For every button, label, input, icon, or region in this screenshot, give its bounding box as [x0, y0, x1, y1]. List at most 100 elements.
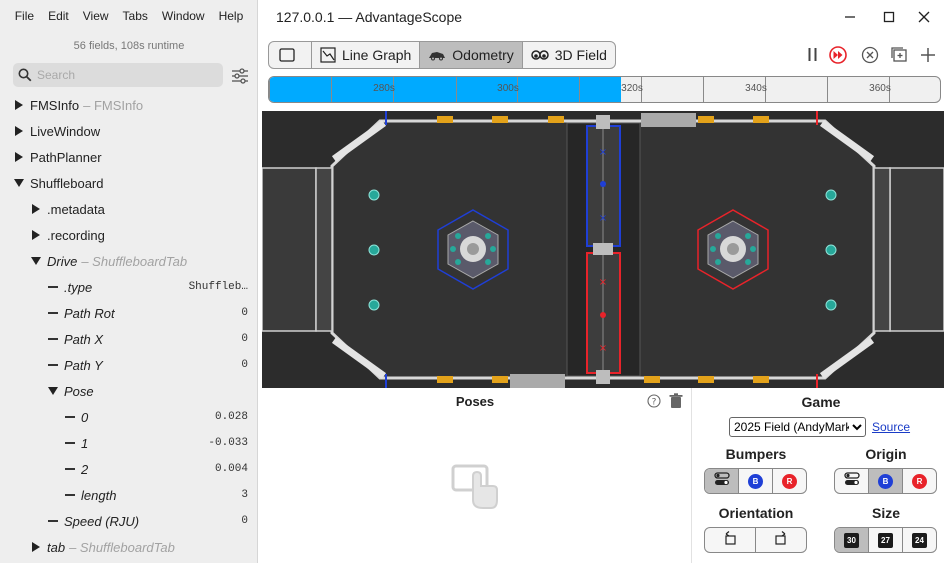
tree-item-label: 1 [81, 435, 89, 451]
source-link[interactable]: Source [872, 420, 910, 434]
rotate-right-button[interactable] [756, 528, 806, 552]
tab-line-graph[interactable]: Line Graph [312, 42, 421, 68]
pause-icon[interactable] [802, 44, 824, 66]
tree-item[interactable]: LiveWindow [0, 118, 258, 144]
tree-item[interactable]: FMSInfo – FMSInfo [0, 92, 258, 118]
tree-item[interactable]: Pose [0, 378, 258, 404]
tab-odometry[interactable]: Odometry [420, 42, 523, 68]
tree-item[interactable]: Path X 0 [0, 326, 258, 352]
tree-item-label: 0 [81, 409, 89, 425]
origin-auto-button[interactable] [835, 469, 869, 493]
orientation-control [704, 527, 807, 553]
blue-alliance-icon: B [748, 473, 763, 489]
bumpers-red-button[interactable]: R [773, 469, 806, 493]
menu-edit[interactable]: Edit [41, 9, 76, 23]
odometry-icon [428, 49, 452, 61]
tree-item-label: tab [47, 539, 66, 555]
timeline-tick [703, 77, 704, 102]
origin-red-button[interactable]: R [903, 469, 936, 493]
expanded-triangle-icon[interactable] [48, 386, 58, 396]
close-tab-icon[interactable] [859, 44, 881, 66]
svg-text:×: × [599, 343, 607, 354]
leaf-dash-icon [48, 520, 58, 522]
popup-window-icon[interactable] [888, 44, 910, 66]
bumpers-blue-button[interactable]: B [739, 469, 773, 493]
tree-item[interactable]: .recording [0, 222, 258, 248]
tree-item[interactable]: 1 -0.033 [0, 430, 258, 456]
live-sync-icon[interactable] [827, 44, 849, 66]
collapsed-triangle-icon[interactable] [31, 542, 41, 552]
timeline-tick [827, 77, 828, 102]
minimize-icon[interactable] [840, 7, 860, 27]
tree-item-value: 0 [241, 307, 248, 319]
menu-tabs[interactable]: Tabs [116, 9, 155, 23]
add-tab-icon[interactable] [917, 44, 939, 66]
sidebar: File Edit View Tabs Window Help 56 field… [0, 0, 258, 563]
menu-help[interactable]: Help [212, 9, 251, 23]
origin-blue-button[interactable]: B [869, 469, 903, 493]
expanded-triangle-icon[interactable] [14, 178, 24, 188]
tree-item[interactable]: Shuffleboard [0, 170, 258, 196]
timeline-tick-label: 300s [497, 83, 519, 94]
maximize-icon[interactable] [879, 7, 899, 27]
help-icon[interactable]: ? [647, 394, 661, 413]
tree-item[interactable]: tab – ShuffleboardTab [0, 534, 258, 560]
menu-window[interactable]: Window [155, 9, 212, 23]
fields-summary: 56 fields, 108s runtime [73, 40, 185, 52]
tree-item-label: .recording [47, 227, 105, 243]
tree-item-value: 0 [241, 359, 248, 371]
tree-item-value: 0.028 [214, 411, 248, 423]
size-30-button[interactable]: 30 [835, 528, 869, 552]
menu-file[interactable]: File [8, 9, 41, 23]
search-box[interactable] [13, 63, 223, 87]
timeline-tick-label: 340s [745, 83, 767, 94]
tree-item-value: 0 [241, 333, 248, 345]
tree-item[interactable]: 0 0.028 [0, 404, 258, 430]
tree-item[interactable]: PathPlanner [0, 144, 258, 170]
collapsed-triangle-icon[interactable] [14, 126, 24, 136]
field-select[interactable]: 2025 Field (AndyMark) [729, 417, 866, 437]
collapsed-triangle-icon[interactable] [31, 204, 41, 214]
tree-item[interactable]: length 3 [0, 482, 258, 508]
tab-3d-field[interactable]: 3D Field [523, 42, 615, 68]
tree-item-label: Drive [47, 253, 78, 269]
close-icon[interactable] [914, 7, 934, 27]
collapsed-triangle-icon[interactable] [14, 152, 24, 162]
svg-text:×: × [599, 147, 607, 158]
timeline-progress [269, 77, 622, 102]
odometry-field[interactable]: × × × × × [262, 111, 944, 388]
tree-item[interactable]: Path Rot 0 [0, 300, 258, 326]
trash-icon[interactable] [669, 393, 683, 414]
toggle-icon [843, 471, 860, 492]
tree-item[interactable]: .metadata [0, 196, 258, 222]
search-input[interactable] [37, 68, 217, 82]
size-27-button[interactable]: 27 [869, 528, 903, 552]
tree-item-label: Path Rot [64, 305, 115, 321]
bumpers-auto-button[interactable] [705, 469, 739, 493]
expanded-triangle-icon[interactable] [31, 256, 41, 266]
origin-control: B R [834, 468, 937, 494]
tree-item[interactable]: 2 0.004 [0, 456, 258, 482]
tree-item[interactable]: Drive – ShuffleboardTab [0, 248, 258, 274]
tab-blank[interactable] [269, 42, 312, 68]
rotate-left-button[interactable] [705, 528, 756, 552]
collapsed-triangle-icon[interactable] [31, 230, 41, 240]
filter-options-icon[interactable] [230, 66, 250, 86]
menu-bar: File Edit View Tabs Window Help [0, 0, 258, 32]
toggle-icon [713, 471, 730, 492]
timeline[interactable]: 280s 300s 320s 340s 360s [268, 76, 941, 103]
tree-item[interactable]: Path Y 0 [0, 352, 258, 378]
drag-drop-hint-icon [451, 464, 501, 515]
size-title: Size [871, 505, 900, 521]
tree-item[interactable]: .type Shuffleb… [0, 274, 258, 300]
tree-item[interactable]: Speed (RJU) 0 [0, 508, 258, 534]
window-title: 127.0.0.1 — AdvantageScope [276, 9, 463, 25]
menu-view[interactable]: View [76, 9, 116, 23]
tree-item-type: – ShuffleboardTab [81, 253, 188, 269]
tree-item-value: Shuffleb… [188, 281, 248, 293]
collapsed-triangle-icon[interactable] [14, 100, 24, 110]
size-24-label: 24 [912, 532, 927, 548]
leaf-dash-icon [65, 416, 75, 418]
size-24-button[interactable]: 24 [903, 528, 936, 552]
tree-item-value: 0 [241, 515, 248, 527]
